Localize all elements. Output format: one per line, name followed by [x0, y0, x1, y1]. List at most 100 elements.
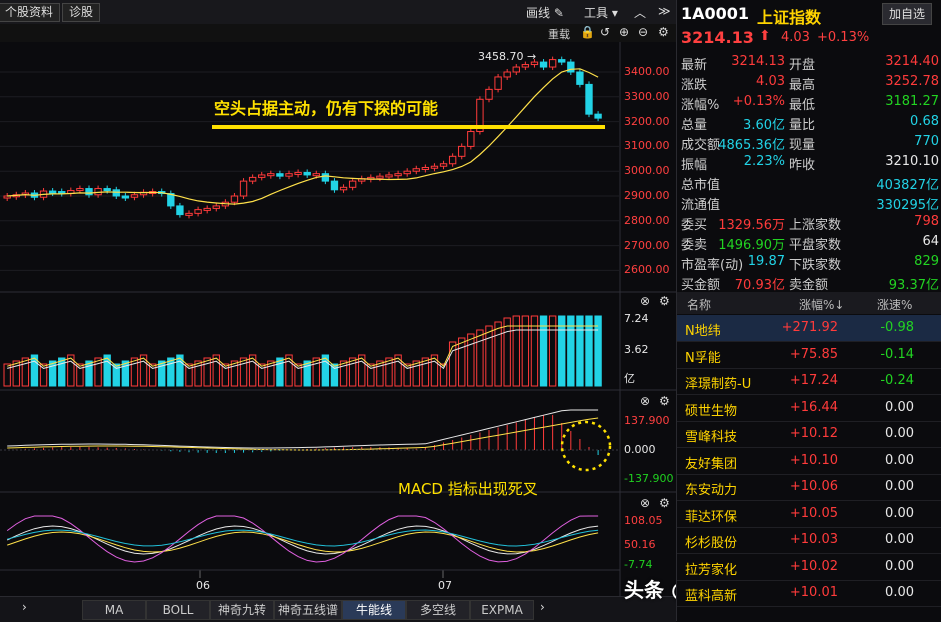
table-row[interactable]: 蓝科高新 +10.01 0.00 — [677, 580, 941, 607]
table-row[interactable]: 硕世生物 +16.44 0.00 — [677, 395, 941, 422]
kdj-axis-max: 108.05 — [624, 514, 663, 527]
volume-bar — [267, 360, 275, 387]
table-row[interactable]: 菲达环保 +10.05 0.00 — [677, 501, 941, 528]
volume-bar — [385, 357, 393, 387]
tab-1[interactable]: BOLL — [146, 600, 210, 620]
indicator-tabbar: › MA BOLL 神奇九转 神奇五线谱 牛能线 多空线 EXPMA › — [0, 596, 676, 622]
quote-value: 3252.78 — [885, 74, 939, 89]
quote-row: 总市值 403827亿 — [681, 174, 939, 194]
candle — [185, 212, 193, 216]
chevron-right-icon[interactable]: › — [540, 600, 545, 614]
quote-label: 现量 — [789, 138, 816, 153]
volume-bar — [167, 357, 175, 387]
table-row[interactable]: 东安动力 +10.06 0.00 — [677, 474, 941, 501]
speed-cell: 0.00 — [885, 452, 914, 468]
volume-bar — [503, 317, 511, 387]
speed-cell: 0.00 — [885, 399, 914, 415]
speed-cell: -0.14 — [880, 346, 914, 362]
table-row[interactable]: 拉芳家化 +10.02 0.00 — [677, 554, 941, 581]
macd-dif-line — [7, 409, 599, 449]
tab-0[interactable]: MA — [82, 600, 146, 620]
volume-bar — [85, 360, 93, 387]
candle — [303, 171, 311, 176]
candle — [485, 88, 493, 100]
volume-bar — [221, 363, 230, 387]
quote-label: 下跌家数 — [789, 258, 842, 273]
stock-name-cell: 友好集团 — [685, 456, 738, 472]
price-axis-label: 2700.00 — [624, 238, 670, 252]
quote-label: 成交额 — [681, 138, 721, 153]
candle — [94, 188, 102, 196]
price-axis-label: 3100.00 — [624, 139, 670, 153]
tab-5[interactable]: 多空线 — [406, 600, 470, 620]
quote-value: 3214.40 — [885, 54, 939, 69]
quote-label: 涨跌 — [681, 78, 708, 93]
volume-bar — [194, 360, 202, 387]
volume-bar — [130, 357, 139, 387]
table-row[interactable]: N地纬 +271.92 -0.98 — [677, 315, 941, 342]
candle — [121, 195, 130, 199]
quote-value: 4865.36亿 — [718, 138, 785, 153]
volume-bar — [303, 360, 311, 387]
quote-panel: 1A0001 上证指数 加自选 3214.13 ⬆ 4.03 +0.13% 最新… — [676, 0, 941, 621]
macd-annotation: MACD 指标出现死叉 — [398, 480, 538, 498]
pct-cell: +10.12 — [789, 426, 838, 441]
death-cross-circle — [560, 420, 612, 472]
quote-value: 3.60亿 — [743, 118, 785, 133]
tab-6[interactable]: EXPMA — [470, 600, 534, 620]
table-row[interactable]: 友好集团 +10.10 0.00 — [677, 448, 941, 475]
close-panel-icon[interactable]: ⊗ — [640, 496, 650, 510]
quote-row: 总量 3.60亿 量比 0.68 — [681, 114, 939, 134]
chevron-right-icon[interactable]: › — [22, 600, 27, 614]
table-row[interactable]: 雪峰科技 +10.12 0.00 — [677, 421, 941, 448]
candle — [267, 173, 275, 177]
candle — [276, 173, 284, 177]
settings-icon[interactable]: ⚙ — [659, 294, 670, 308]
volume-bar — [12, 360, 20, 387]
table-row[interactable]: 泽璟制药-U +17.24 -0.24 — [677, 368, 941, 395]
tab-2[interactable]: 神奇九转 — [210, 600, 274, 620]
stock-code: 1A0001 — [681, 4, 750, 23]
col-name[interactable]: 名称 — [687, 296, 711, 313]
stock-name-cell: 蓝科高新 — [685, 589, 738, 604]
volume-bar — [21, 357, 30, 387]
volume-bar — [239, 357, 248, 387]
candle — [212, 205, 220, 209]
candle — [112, 189, 120, 197]
quote-value: 93.37亿 — [888, 278, 939, 293]
price-axis-label: 2600.00 — [624, 263, 670, 277]
volume-bar — [94, 357, 102, 387]
table-row[interactable]: N孚能 +75.85 -0.14 — [677, 342, 941, 369]
candle — [585, 83, 593, 115]
volume-bar — [467, 333, 475, 387]
quote-label: 开盘 — [789, 58, 816, 73]
candle — [130, 194, 139, 198]
volume-bar — [276, 357, 284, 387]
col-pct[interactable]: 涨幅%↓ — [799, 296, 844, 313]
quote-value: 798 — [914, 214, 939, 229]
close-panel-icon[interactable]: ⊗ — [640, 294, 650, 308]
settings-icon[interactable]: ⚙ — [659, 496, 670, 510]
volume-bar — [421, 357, 430, 387]
add-watchlist-button[interactable]: 加自选 — [882, 3, 933, 25]
tab-3[interactable]: 神奇五线谱 — [274, 600, 342, 620]
stock-name-cell: N地纬 — [685, 324, 721, 339]
chart-canvas[interactable] — [0, 0, 676, 596]
quote-label: 市盈率(动) — [681, 258, 744, 273]
quote-value: 2.23% — [743, 154, 785, 169]
tab-4[interactable]: 牛能线 — [342, 600, 406, 620]
candle — [448, 155, 457, 165]
candle — [312, 173, 320, 177]
quote-label: 总量 — [681, 118, 708, 133]
speed-cell: 0.00 — [885, 426, 914, 441]
volume-bar — [312, 357, 320, 387]
col-speed[interactable]: 涨速% — [877, 296, 912, 313]
volume-bar — [330, 363, 339, 387]
settings-icon[interactable]: ⚙ — [659, 394, 670, 408]
quote-label: 昨收 — [789, 158, 816, 173]
quote-value: 19.87 — [747, 254, 785, 269]
table-row[interactable]: 杉杉股份 +10.03 0.00 — [677, 527, 941, 554]
close-panel-icon[interactable]: ⊗ — [640, 394, 650, 408]
pct-cell: +10.02 — [789, 558, 838, 574]
candle — [412, 168, 420, 172]
